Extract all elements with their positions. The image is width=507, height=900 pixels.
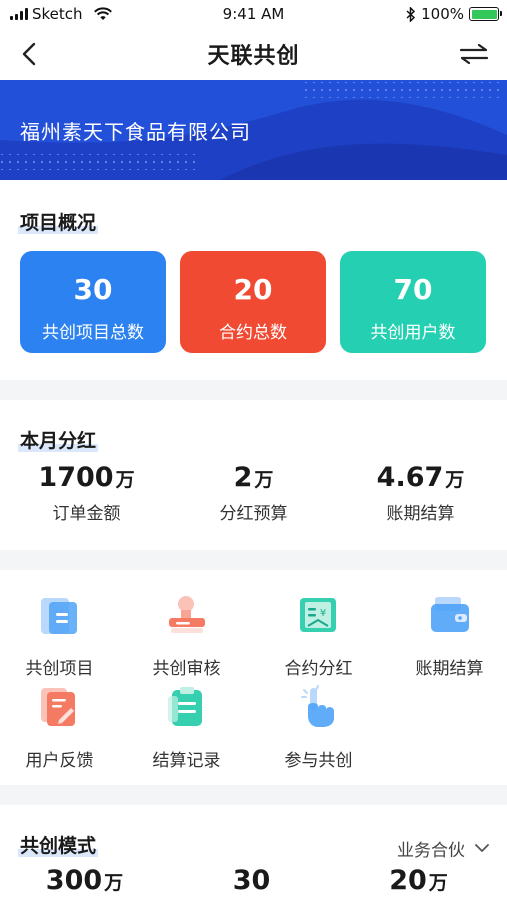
card-label: 合约总数 [219,323,287,343]
bluetooth-icon [406,6,416,22]
menu-item-settlement[interactable]: 账期结算 [386,592,507,679]
battery-percent: 100% [421,5,464,23]
menu-item-projects[interactable]: 共创项目 [0,592,123,679]
menu-grid: 共创项目 共创审核 ¥ 合约分红 账期结算 用户反馈 结算记录 参与共创 [0,570,507,785]
hand-pointer-icon [300,685,334,727]
nav-bar: 天联共创 [0,28,507,80]
status-bar: Sketch 9:41 AM 100% [0,0,507,28]
overview-card-projects[interactable]: 30 共创项目总数 [20,251,166,353]
wallet-icon [430,597,469,632]
page-title: 天联共创 [207,44,300,69]
menu-item-settlement-records[interactable]: 结算记录 [123,684,250,771]
company-name: 福州素天下食品有限公司 [20,120,251,144]
wifi-icon [93,7,112,20]
contract-yuan-icon: ¥ [299,598,336,632]
mode-title: 共创模式 [18,835,99,857]
folder-icon [40,598,77,634]
status-left: Sketch [10,5,113,23]
record-icon [167,687,202,726]
carrier-name: Sketch [32,5,83,23]
overview-card-contracts[interactable]: 20 合约总数 [180,251,326,353]
stat-dividend-budget: 2万 分红预算 [219,462,288,524]
overview-title: 项目概况 [18,212,99,234]
stamp-icon [168,596,205,633]
mode-dropdown[interactable]: 业务合伙 [397,836,489,861]
menu-item-feedback[interactable]: 用户反馈 [0,684,123,771]
switch-button[interactable] [457,40,491,68]
card-value: 20 [233,273,273,306]
swap-arrows-icon [459,44,489,64]
card-label: 共创用户数 [370,323,456,343]
chevron-down-icon [475,844,489,852]
cocreation-mode-section: 共创模式 业务合伙 300 万 30 20 万 [0,805,507,900]
menu-item-contract-dividend[interactable]: ¥ 合约分红 [255,592,382,679]
monthly-dividend-section: 本月分红 1700 万 订单金额 2万 分红预算 4.67 万 账期结算 [0,400,507,550]
menu-item-review[interactable]: 共创审核 [123,592,250,679]
card-value: 70 [393,273,433,306]
battery-icon [469,7,502,21]
stat-order-amount: 1700 万 订单金额 [38,462,135,524]
chevron-left-icon [22,42,36,66]
card-label: 共创项目总数 [42,323,144,343]
status-right: 100% [406,5,502,23]
mode-stat-3: 20 万 [389,865,448,896]
overview-card-users[interactable]: 70 共创用户数 [340,251,486,353]
menu-item-participate[interactable]: 参与共创 [255,684,382,771]
signal-icon [10,8,28,20]
mode-dropdown-value: 业务合伙 [397,841,465,861]
overview-section: 项目概况 30 共创项目总数 20 合约总数 70 共创用户数 [0,180,507,380]
back-button[interactable] [16,40,42,68]
feedback-edit-icon [40,688,75,726]
company-banner: 福州素天下食品有限公司 [0,80,507,180]
mode-stat-1: 300 万 [45,865,124,896]
card-value: 30 [73,273,113,306]
monthly-title: 本月分红 [18,430,99,452]
stat-period-settlement: 4.67 万 账期结算 [376,462,465,524]
mode-stat-2: 30 [232,865,271,896]
svg-text:¥: ¥ [319,608,325,619]
